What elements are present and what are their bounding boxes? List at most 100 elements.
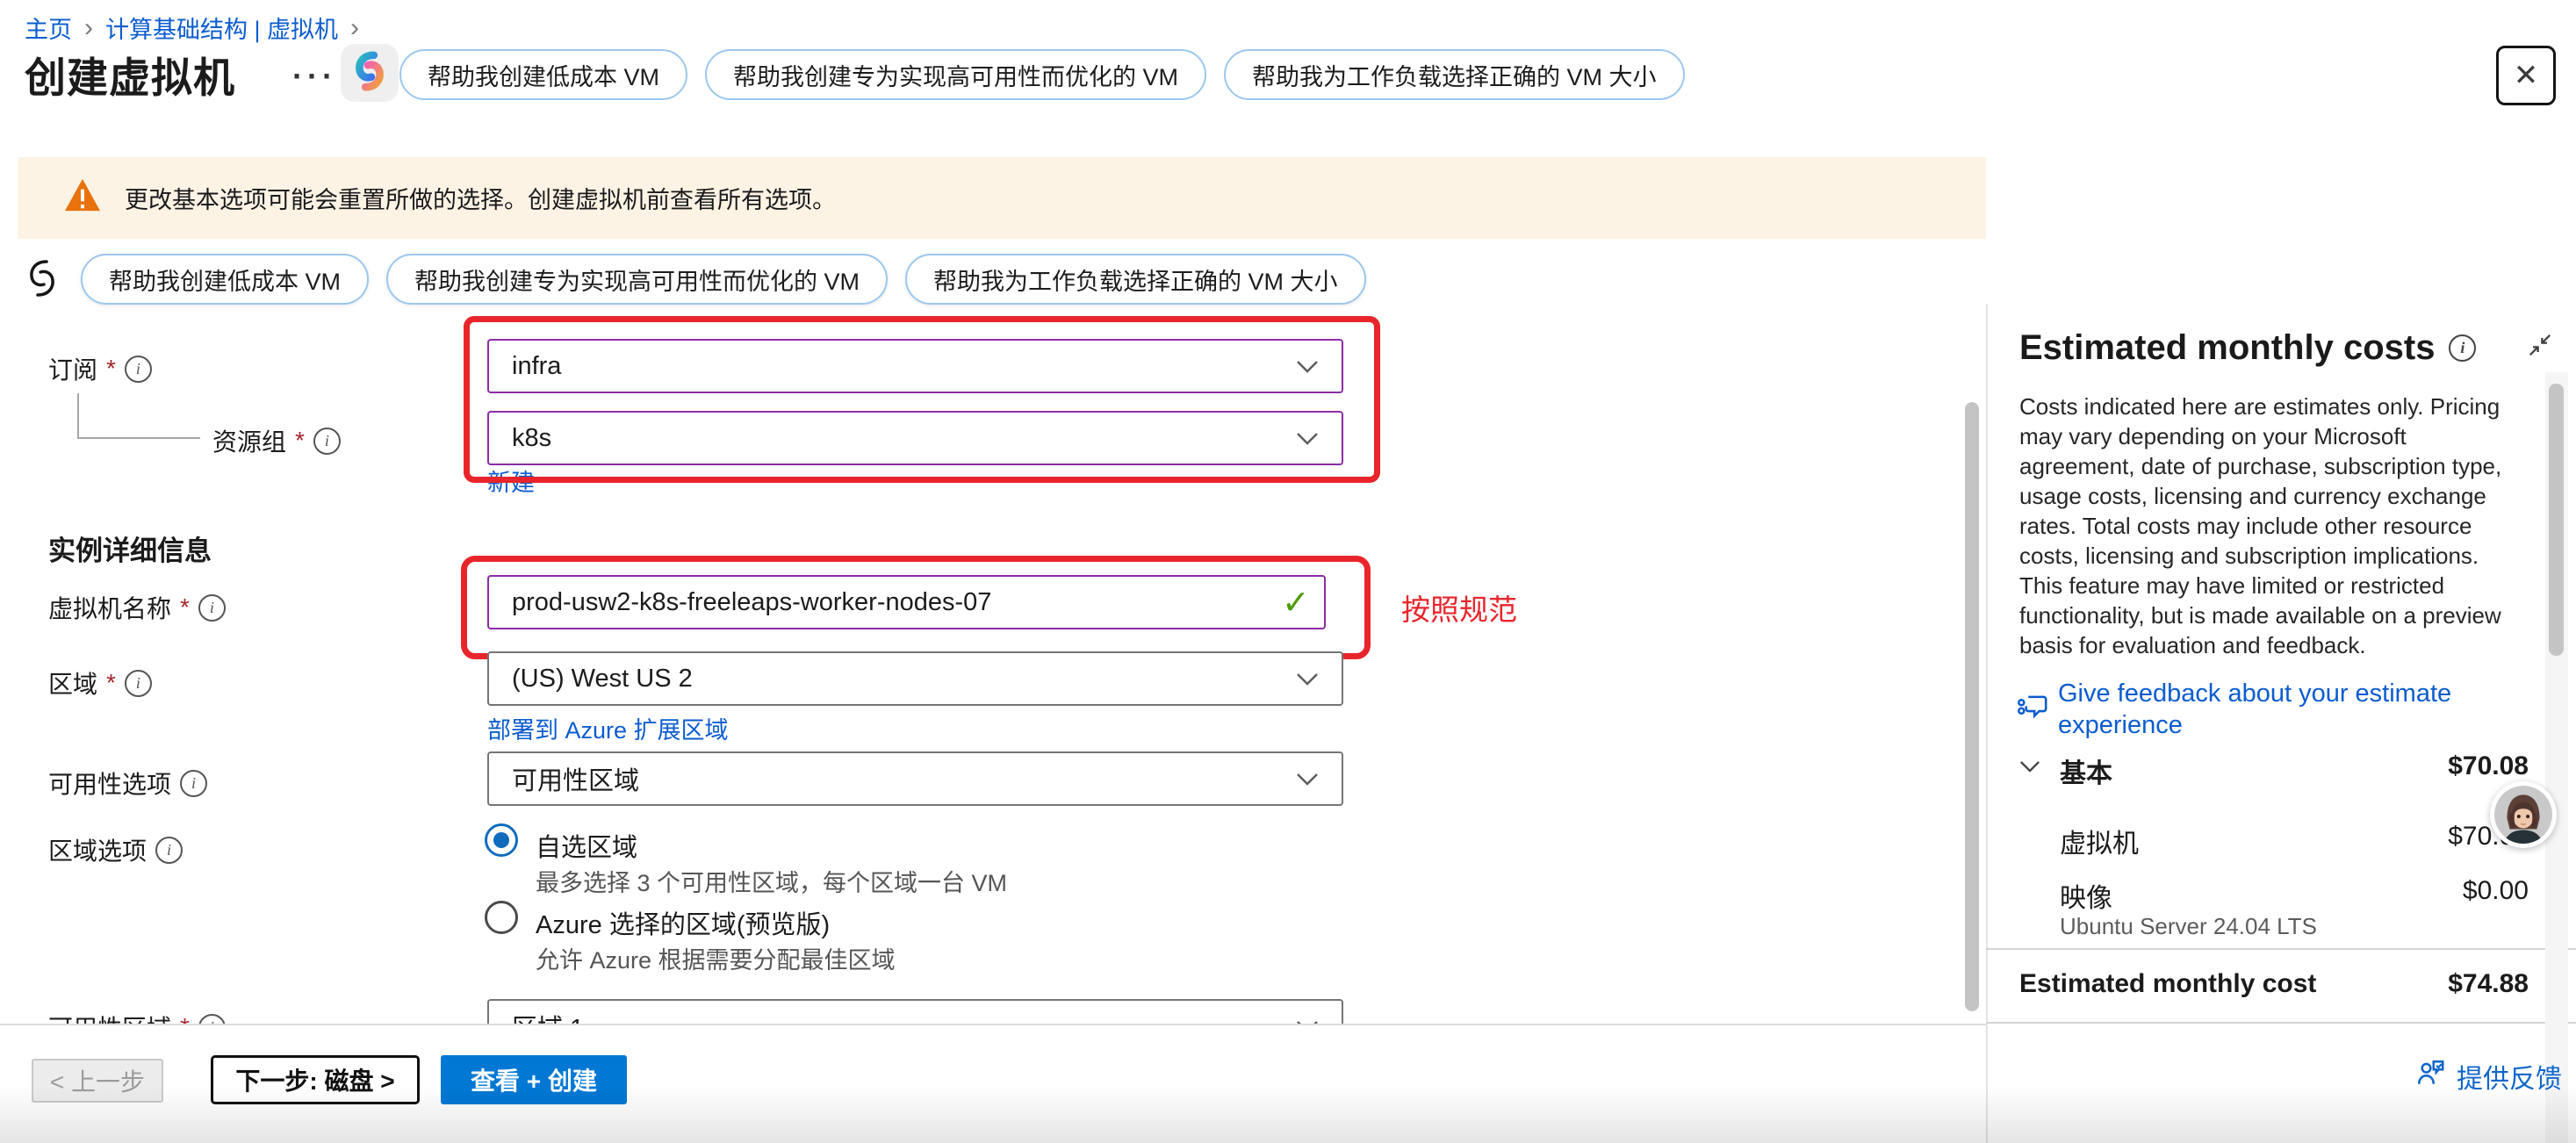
hierarchy-connector (77, 437, 200, 439)
copilot-suggestions-top: 帮助我创建低成本 VM 帮助我创建专为实现高可用性而优化的 VM 帮助我为工作负… (399, 49, 1685, 100)
availability-options-label: 可用性选项 i (48, 766, 207, 801)
required-asterisk: * (180, 593, 190, 622)
breadcrumb-section[interactable]: 计算基础结构 | 虚拟机 (105, 11, 338, 45)
label-text: 区域 (48, 665, 97, 701)
subscription-value: infra (512, 352, 1296, 381)
cost-item-name: 映像 (2060, 876, 2112, 915)
cost-panel-title: Estimated monthly costs i (2019, 328, 2476, 368)
provide-feedback-link[interactable]: 提供反馈 (2414, 1057, 2562, 1096)
label-text: 资源组 (212, 423, 286, 458)
review-create-button[interactable]: 查看 + 创建 (441, 1055, 627, 1104)
info-icon[interactable]: i (198, 594, 226, 622)
radio-label-self-select[interactable]: 自选区域 (536, 827, 637, 864)
radio-self-select-zones[interactable] (485, 823, 518, 857)
warning-icon (63, 177, 102, 219)
instance-details-heading: 实例详细信息 (48, 528, 212, 568)
provide-feedback-text: 提供反馈 (2457, 1057, 2562, 1096)
cost-panel-title-text: Estimated monthly costs (2019, 328, 2435, 368)
availability-options-value: 可用性区域 (512, 760, 1296, 797)
region-dropdown[interactable]: (US) West US 2 (487, 651, 1343, 706)
radio-azure-selected-zones[interactable] (485, 901, 518, 934)
chevron-right-icon: › (84, 16, 93, 40)
extended-zones-link[interactable]: 部署到 Azure 扩展区域 (487, 711, 729, 745)
vm-name-input[interactable] (487, 575, 1326, 629)
label-text: 订阅 (48, 351, 97, 386)
info-icon[interactable]: i (180, 770, 207, 797)
cost-divider (1986, 948, 2576, 950)
copilot-suggestions-body: 帮助我创建低成本 VM 帮助我创建专为实现高可用性而优化的 VM 帮助我为工作负… (81, 254, 1366, 305)
cost-group-amount: $70.08 (2283, 751, 2529, 781)
page-title: 创建虚拟机 (25, 44, 235, 104)
info-icon[interactable]: i (125, 356, 152, 383)
radio-label-azure-selected[interactable]: Azure 选择的区域(预览版) (536, 904, 830, 941)
suggestion-chip-high-availability[interactable]: 帮助我创建专为实现高可用性而优化的 VM (705, 49, 1206, 100)
subscription-dropdown[interactable]: infra (487, 339, 1343, 393)
copilot-button[interactable] (341, 44, 399, 102)
estimate-feedback-text: Give feedback about your estimate experi… (2058, 678, 2516, 741)
estimate-feedback-link[interactable]: Give feedback about your estimate experi… (2016, 678, 2516, 741)
breadcrumb: 主页 › 计算基础结构 | 虚拟机 › (25, 11, 359, 45)
next-disks-button[interactable]: 下一步: 磁盘 > (211, 1055, 420, 1104)
panel-divider (1986, 304, 1988, 1143)
annotation-text: 按照规范 (1401, 586, 1517, 629)
avatar-image (2494, 786, 2552, 844)
region-label: 区域 * i (48, 665, 152, 701)
required-asterisk: * (295, 427, 305, 455)
valid-check-icon: ✓ (1282, 583, 1310, 622)
availability-zone-dropdown[interactable]: 区域 1 (487, 999, 1343, 1024)
label-text: 可用性区域 (48, 1010, 171, 1024)
feedback-person-icon (2414, 1057, 2446, 1096)
cost-item-name: 虚拟机 (2060, 822, 2139, 860)
suggestion-chip-vm-size[interactable]: 帮助我为工作负载选择正确的 VM 大小 (1224, 49, 1685, 100)
resource-group-value: k8s (512, 424, 1296, 453)
zone-options-label: 区域选项 i (48, 832, 183, 867)
info-icon[interactable]: i (155, 837, 183, 864)
availability-zone-label: 可用性区域 * i (48, 1010, 226, 1024)
chevron-right-icon: › (350, 16, 359, 40)
cost-group-name[interactable]: 基本 (2060, 751, 2112, 790)
resource-group-label: 资源组 * i (212, 423, 341, 458)
copilot-icon (349, 51, 390, 96)
label-text: 虚拟机名称 (48, 590, 171, 625)
footer-divider (0, 1024, 1986, 1025)
suggestion-chip-low-cost[interactable]: 帮助我创建低成本 VM (81, 254, 369, 305)
cost-item-amount: $0.00 (2283, 876, 2529, 906)
copilot-outline-icon (21, 257, 63, 304)
close-button[interactable]: ✕ (2496, 46, 2556, 105)
chevron-down-icon (1296, 352, 1319, 381)
label-text: 可用性选项 (48, 766, 171, 801)
panel-scrollbar[interactable] (2549, 384, 2564, 656)
chevron-down-icon (1296, 424, 1319, 453)
collapse-icon (2527, 347, 2553, 362)
collapse-panel-button[interactable] (2527, 332, 2553, 363)
total-cost-amount: $74.88 (2283, 969, 2529, 999)
suggestion-chip-low-cost[interactable]: 帮助我创建低成本 VM (399, 49, 687, 100)
suggestion-chip-vm-size[interactable]: 帮助我为工作负载选择正确的 VM 大小 (905, 254, 1366, 305)
chevron-down-icon[interactable] (2019, 760, 2040, 778)
radio-desc-azure-selected: 允许 Azure 根据需要分配最佳区域 (536, 941, 896, 975)
chevron-down-icon (1296, 765, 1319, 794)
hierarchy-connector (77, 393, 79, 439)
assistant-avatar[interactable] (2490, 781, 2557, 848)
breadcrumb-home[interactable]: 主页 (25, 11, 72, 45)
more-options-button[interactable]: ··· (292, 58, 337, 95)
cost-item-subtext: Ubuntu Server 24.04 LTS (2060, 913, 2317, 940)
resource-group-dropdown[interactable]: k8s (487, 411, 1343, 465)
cost-panel-description: Costs indicated here are estimates only.… (2019, 392, 2527, 660)
create-vm-page: 主页 › 计算基础结构 | 虚拟机 › 创建虚拟机 ··· (0, 0, 2576, 1143)
info-icon[interactable]: i (2449, 334, 2476, 362)
availability-options-dropdown[interactable]: 可用性区域 (487, 751, 1343, 806)
info-icon[interactable]: i (125, 670, 152, 697)
close-icon: ✕ (2514, 58, 2539, 93)
vm-name-label: 虚拟机名称 * i (48, 590, 226, 625)
create-new-link[interactable]: 新建 (487, 464, 535, 498)
main-scrollbar[interactable] (1965, 402, 1979, 1011)
suggestion-chip-high-availability[interactable]: 帮助我创建专为实现高可用性而优化的 VM (386, 254, 888, 305)
previous-button[interactable]: < 上一步 (32, 1059, 163, 1103)
warning-text: 更改基本选项可能会重置所做的选择。创建虚拟机前查看所有选项。 (125, 181, 836, 215)
feedback-bubble-icon (2016, 690, 2049, 741)
info-icon[interactable]: i (313, 428, 341, 455)
chevron-down-icon (1296, 665, 1319, 694)
required-asterisk: * (106, 669, 116, 697)
cost-divider (1986, 1022, 2576, 1024)
